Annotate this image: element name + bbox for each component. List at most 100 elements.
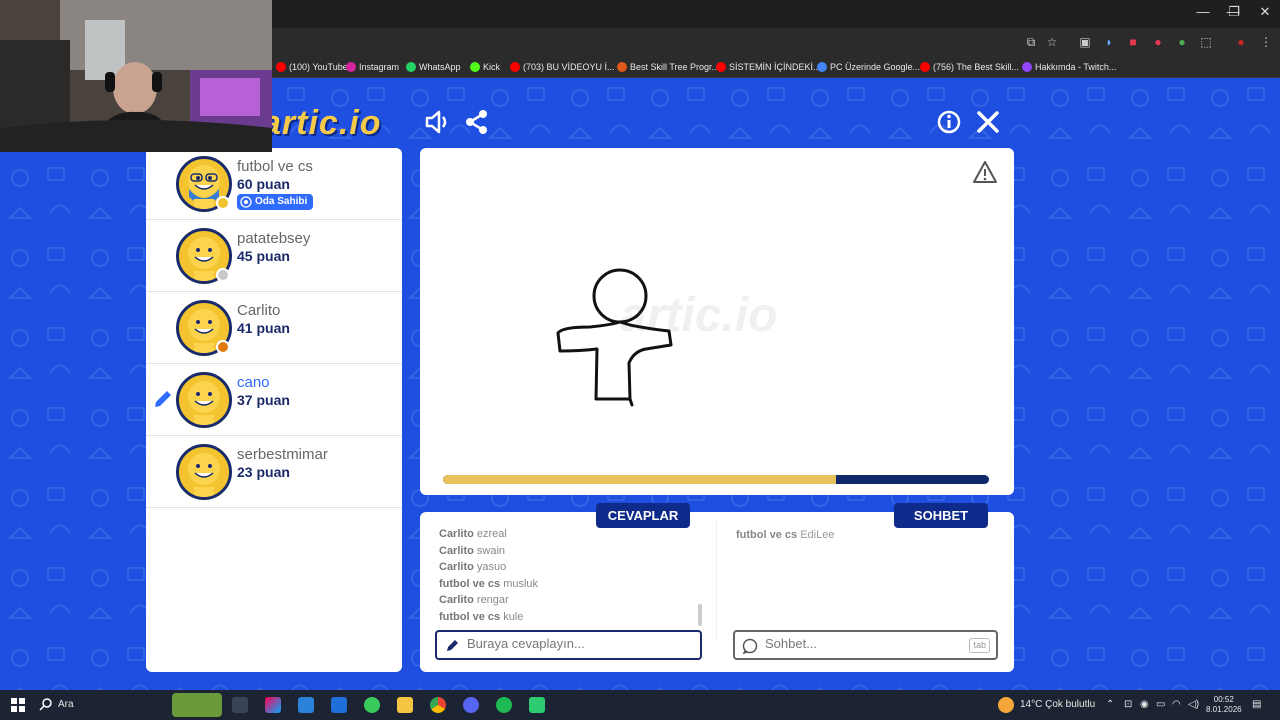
weather-icon[interactable] <box>998 697 1014 713</box>
answers-scrollbar[interactable] <box>698 604 702 626</box>
chat-bubble-icon <box>742 638 758 654</box>
chat-input[interactable] <box>765 636 965 651</box>
player-row[interactable]: patatebsey 45 puan <box>146 220 402 292</box>
restore-button[interactable]: ❐ <box>1219 4 1249 20</box>
avatar <box>176 372 232 428</box>
screen-share-icon[interactable]: ⧉ <box>1023 34 1039 50</box>
close-window-button[interactable]: ✕ <box>1250 4 1280 20</box>
app-icon[interactable] <box>364 697 380 713</box>
extension-icon[interactable]: ● <box>1150 34 1166 50</box>
file-explorer-icon[interactable] <box>397 697 413 713</box>
answer-message: Carlito rengar <box>439 594 509 606</box>
taskbar-search-label[interactable]: Ara <box>58 699 74 710</box>
drawing-canvas: artic.io <box>420 148 1014 495</box>
player-points: 41 puan <box>237 320 290 336</box>
bookmark-item[interactable]: Best Skill Tree Progr... <box>617 60 719 74</box>
bookmark-label: (100) YouTube <box>289 62 348 72</box>
share-icon[interactable] <box>463 108 491 136</box>
player-points: 45 puan <box>237 248 290 264</box>
tab-answers[interactable]: CEVAPLAR <box>596 503 690 528</box>
app-icon[interactable] <box>529 697 545 713</box>
answer-user: futbol ve cs <box>439 611 501 623</box>
close-icon[interactable] <box>974 108 1002 136</box>
extension-icon[interactable]: ◗ <box>1101 34 1117 50</box>
wifi-icon[interactable]: ◠ <box>1172 699 1181 710</box>
extension-icon[interactable]: ▣ <box>1077 34 1093 50</box>
bookmark-label: Kick <box>483 62 501 72</box>
answer-message: Carlito swain <box>439 545 505 557</box>
bookmark-item[interactable]: (756) The Best Skill... <box>920 60 1019 74</box>
tray-icon[interactable]: ⊡ <box>1124 699 1132 710</box>
bookmark-item[interactable]: (100) YouTube <box>276 60 348 74</box>
bookmark-label: Hakkımda - Twitch... <box>1035 62 1117 72</box>
bookmark-item[interactable]: Kick <box>470 60 500 74</box>
player-row[interactable]: cano 37 puan <box>146 364 402 436</box>
streamer-webcam-overlay <box>0 0 272 152</box>
answer-text: kule <box>503 611 524 623</box>
avatar <box>176 444 232 500</box>
bookmark-item[interactable]: SİSTEMİN İÇİNDEKİ... <box>716 60 821 74</box>
bookmark-item[interactable]: PC Üzerinde Google... <box>817 60 920 74</box>
minimize-button[interactable]: — <box>1188 4 1218 19</box>
profile-avatar[interactable]: ● <box>1233 34 1249 50</box>
bookmark-item[interactable]: (703) BU VİDEOYU İ... <box>510 60 615 74</box>
notification-icon[interactable]: ▤ <box>1252 699 1261 710</box>
drawing-pencil-icon <box>155 391 171 407</box>
discord-icon[interactable] <box>463 697 479 713</box>
avatar-face <box>188 381 220 425</box>
chat-message: futbol ve cs EdiLee <box>736 529 834 541</box>
extensions-puzzle-icon[interactable]: ⬚ <box>1198 34 1214 50</box>
bookmark-star-icon[interactable]: ☆ <box>1044 34 1060 50</box>
extension-icon[interactable]: ■ <box>1125 34 1141 50</box>
chat-input-box[interactable]: tab <box>733 630 998 660</box>
bookmark-item[interactable]: Instagram <box>346 60 399 74</box>
menu-kebab-icon[interactable]: ⋮ <box>1258 34 1274 50</box>
bookmark-label: SİSTEMİN İÇİNDEKİ... <box>729 62 821 72</box>
windows-taskbar: Ara 14°C Çok bulutlu ⌃ ⊡ ◉ ▭ ◠ ◁) 00:52 … <box>0 690 1280 720</box>
player-points: 23 puan <box>237 464 290 480</box>
player-row[interactable]: futbol ve cs 60 puan Oda Sahibi <box>146 148 402 220</box>
progress-fill <box>443 475 837 484</box>
info-icon[interactable] <box>935 108 963 136</box>
mail-icon[interactable] <box>331 697 347 713</box>
chat-user: futbol ve cs <box>736 529 798 541</box>
player-status-dot <box>216 340 230 354</box>
answer-text: yasuo <box>476 561 507 574</box>
answer-message: futbol ve cs kule <box>439 611 523 623</box>
spotify-icon[interactable] <box>496 697 512 713</box>
answer-input[interactable] <box>467 636 667 651</box>
bookmark-item[interactable]: Hakkımda - Twitch... <box>1022 60 1116 74</box>
bookmark-favicon-icon <box>346 62 356 72</box>
answer-text: musluk <box>503 577 539 590</box>
chat-text: EdiLee <box>800 529 835 541</box>
tab-chat[interactable]: SOHBET <box>894 503 988 528</box>
weather-text[interactable]: 14°C Çok bulutlu <box>1020 699 1095 710</box>
player-row[interactable]: serbestmimar 23 puan <box>146 436 402 508</box>
room-owner-badge: Oda Sahibi <box>237 194 314 210</box>
bookmark-favicon-icon <box>1022 62 1032 72</box>
report-warning-icon[interactable] <box>972 160 998 184</box>
copilot-icon[interactable] <box>265 697 281 713</box>
bookmark-item[interactable]: WhatsApp <box>406 60 461 74</box>
bookmark-favicon-icon <box>510 62 520 72</box>
chrome-icon[interactable] <box>430 697 446 713</box>
search-highlight-image[interactable] <box>172 693 222 717</box>
sound-toggle-icon[interactable] <box>423 108 451 136</box>
extension-icon[interactable]: ● <box>1174 34 1190 50</box>
bookmark-favicon-icon <box>617 62 627 72</box>
chevron-up-icon[interactable]: ⌃ <box>1106 699 1114 710</box>
bookmark-favicon-icon <box>276 62 286 72</box>
bookmark-label: WhatsApp <box>419 62 461 72</box>
search-icon[interactable] <box>38 697 54 713</box>
answer-input-box[interactable] <box>435 630 702 660</box>
task-view-icon[interactable] <box>232 697 248 713</box>
player-row[interactable]: Carlito 41 puan <box>146 292 402 364</box>
player-status-dot <box>216 268 230 282</box>
volume-icon[interactable]: ◁) <box>1188 699 1199 710</box>
bookmark-favicon-icon <box>920 62 930 72</box>
store-icon[interactable] <box>298 697 314 713</box>
taskbar-clock[interactable]: 00:52 8.01.2026 <box>1206 695 1242 715</box>
tray-icon[interactable]: ◉ <box>1140 699 1149 710</box>
tray-icon[interactable]: ▭ <box>1156 699 1165 710</box>
windows-start-icon[interactable] <box>10 697 26 713</box>
